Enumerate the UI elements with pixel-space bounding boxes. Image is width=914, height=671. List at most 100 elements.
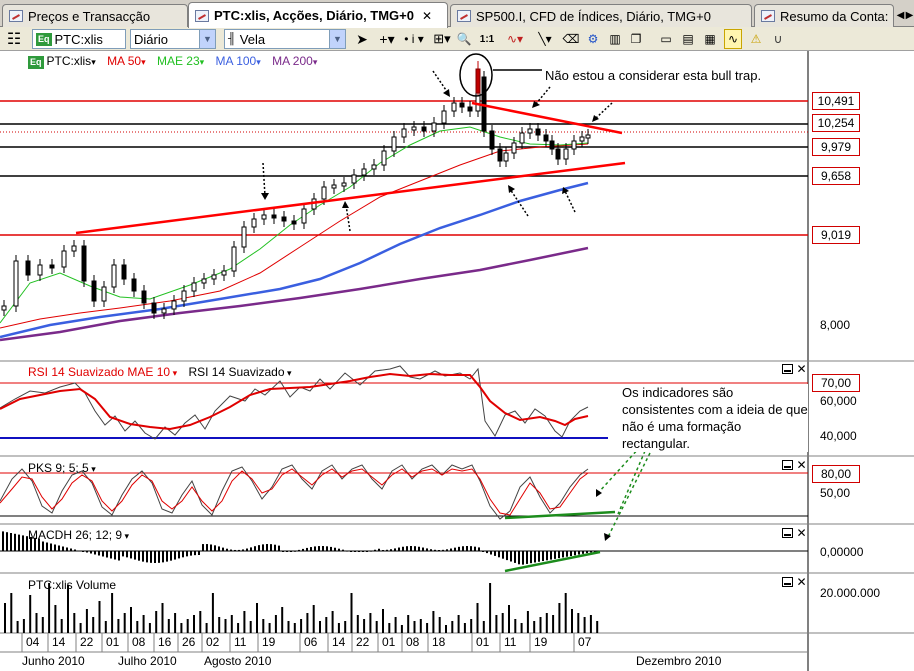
- eraser-icon[interactable]: ⌫: [562, 29, 580, 49]
- macd-bar: [398, 547, 400, 551]
- tab-precos-transaccao[interactable]: Preços e Transacção: [2, 4, 188, 27]
- volume-bar: [577, 613, 580, 633]
- candle-body: [549, 140, 555, 150]
- volume-bar: [73, 613, 76, 633]
- macd-bar: [58, 545, 60, 551]
- volume-bar: [369, 613, 372, 633]
- rsi-mae-legend[interactable]: RSI 14 Suavizado MAE 10: [28, 365, 170, 379]
- minimize-icon[interactable]: [782, 528, 793, 538]
- macd-bar: [438, 549, 440, 551]
- indicator-chart-icon[interactable]: ∿: [724, 29, 742, 49]
- volume-bar: [41, 617, 44, 633]
- grid-icon[interactable]: ⊞▾: [430, 29, 454, 49]
- equity-badge: Eq: [28, 56, 44, 69]
- crosshair-icon[interactable]: +▾: [376, 29, 398, 49]
- macd-bar: [222, 547, 224, 551]
- legend-ma-50[interactable]: MA 50: [107, 54, 141, 68]
- macd-bar: [94, 551, 96, 555]
- volume-bar: [224, 619, 227, 633]
- tab-sp500[interactable]: SP500.I, CFD de Índices, Diário, TMG+0: [450, 4, 752, 27]
- rsi-legend-label[interactable]: RSI 14 Suavizado: [188, 365, 284, 379]
- tab-ptc-xlis[interactable]: PTC:xlis, Acções, Diário, TMG+0 ✕: [188, 2, 448, 28]
- macd-bar: [182, 551, 184, 558]
- macd-bar: [166, 551, 168, 562]
- candle-body: [25, 260, 31, 276]
- price-level-box: 10,254: [812, 114, 860, 132]
- date-label: 14: [332, 635, 346, 649]
- macd-legend[interactable]: MACDH 26; 12; 9 ▾: [28, 528, 129, 542]
- macd-bar: [198, 551, 200, 556]
- volume-bar: [438, 617, 441, 633]
- gear-icon[interactable]: ⚙: [584, 29, 602, 49]
- candle-body: [527, 128, 533, 134]
- volume-bar: [463, 623, 466, 633]
- volume-bar: [419, 619, 422, 633]
- volume-bar: [92, 617, 95, 633]
- macd-bar: [278, 545, 280, 551]
- close-icon[interactable]: ✕: [422, 9, 432, 23]
- date-label: 07: [578, 635, 592, 649]
- panel-split-icon[interactable]: ▤: [680, 29, 696, 49]
- macd-bar: [290, 551, 292, 552]
- macd-bar: [446, 549, 448, 551]
- copy-icon[interactable]: ❐: [628, 29, 644, 49]
- volume-bar: [67, 585, 69, 633]
- pks-legend[interactable]: PKS 9; 5; 5 ▾: [28, 461, 96, 475]
- macd-bar: [286, 551, 288, 552]
- volume-bar: [205, 623, 208, 633]
- close-icon[interactable]: ✕: [796, 459, 807, 471]
- macd-bar: [322, 546, 324, 551]
- candle-body: [49, 264, 55, 269]
- close-icon[interactable]: ✕: [796, 363, 807, 375]
- candle-bars-icon[interactable]: ▥: [606, 29, 624, 49]
- volume-bar: [249, 621, 252, 633]
- tab-scroll-right-icon[interactable]: ▶: [905, 5, 914, 25]
- tab-scroll-left-icon[interactable]: ◀: [896, 5, 905, 25]
- macd-bar: [586, 551, 588, 554]
- candle-body: [241, 226, 247, 248]
- chart-canvas[interactable]: [0, 51, 914, 671]
- legend-ma-200[interactable]: MA 200: [272, 54, 313, 68]
- zoom-ratio-button[interactable]: 1:1: [478, 29, 496, 49]
- macd-bar: [82, 551, 84, 552]
- candle-body: [221, 270, 227, 276]
- panel-stack-icon[interactable]: ▦: [702, 29, 718, 49]
- tab-resumo-conta[interactable]: Resumo da Conta:: [754, 4, 894, 27]
- info-icon[interactable]: • i ▾: [400, 29, 428, 49]
- volume-bar: [211, 593, 214, 633]
- alert-icon[interactable]: ⚠: [748, 29, 764, 49]
- legend-ma-100[interactable]: MA 100: [216, 54, 257, 68]
- macd-bar: [554, 551, 556, 559]
- grid-menu-icon[interactable]: ☷: [4, 29, 24, 49]
- volume-bar: [356, 615, 359, 633]
- minimize-icon[interactable]: [782, 460, 793, 470]
- minimize-icon[interactable]: [782, 364, 793, 374]
- account-tab-icon: [761, 10, 775, 22]
- close-icon[interactable]: ✕: [796, 527, 807, 539]
- chart-type-select[interactable]: ╢ Vela ▼: [224, 29, 346, 49]
- zoom-icon[interactable]: 🔍: [456, 29, 472, 49]
- indicator-icon[interactable]: ∿▾: [502, 29, 528, 49]
- macd-bar: [22, 535, 24, 551]
- macd-bar: [150, 551, 152, 563]
- minimize-icon[interactable]: [782, 577, 793, 587]
- tab-strip: Preços e Transacção PTC:xlis, Acções, Di…: [0, 0, 914, 28]
- cursor-icon[interactable]: ➤: [354, 29, 370, 49]
- indicators-annotation: Os indicadores são consistentes com a id…: [622, 384, 808, 452]
- interval-select[interactable]: Diário ▼: [130, 29, 216, 49]
- volume-bar: [199, 611, 202, 633]
- magnet-icon[interactable]: ∪: [770, 29, 786, 49]
- macd-bar: [250, 547, 252, 551]
- month-label: Dezembro 2010: [636, 654, 722, 668]
- candle-body: [91, 280, 97, 302]
- symbol-input[interactable]: Eq PTC:xlis: [32, 29, 126, 49]
- close-icon[interactable]: ✕: [796, 576, 807, 588]
- volume-bar: [35, 613, 38, 633]
- volume-bar: [180, 623, 183, 633]
- panel-icon[interactable]: ▭: [658, 29, 674, 49]
- macd-bar: [126, 551, 128, 558]
- volume-bar: [256, 603, 258, 633]
- line-tool-icon[interactable]: ╲▾: [532, 29, 558, 49]
- main-legend: Eq PTC:xlis▾ MA 50▾ MAE 23▾ MA 100▾ MA 20…: [28, 54, 318, 69]
- legend-mae-23[interactable]: MAE 23: [157, 54, 200, 68]
